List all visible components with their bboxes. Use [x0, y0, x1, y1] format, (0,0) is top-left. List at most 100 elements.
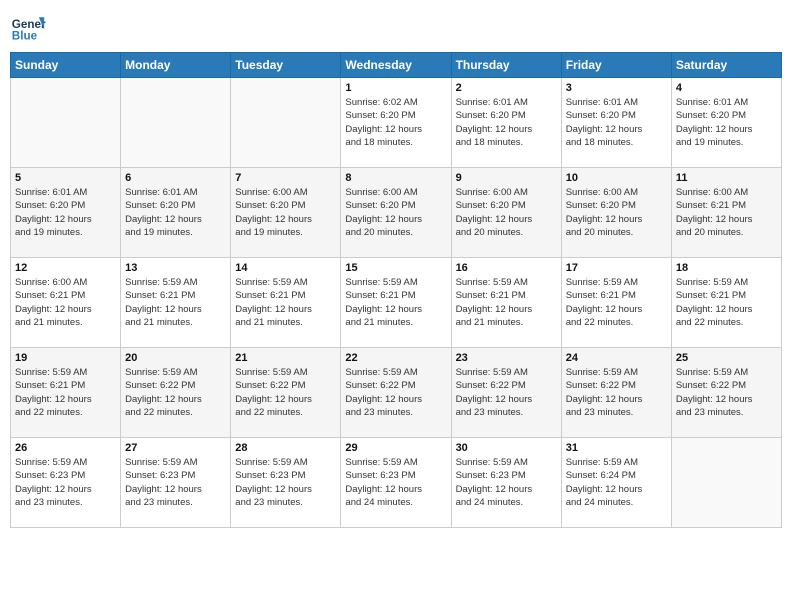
calendar-cell: 31 Sunrise: 5:59 AM Sunset: 6:24 PM Dayli… — [561, 438, 671, 528]
day-number: 26 — [15, 442, 116, 454]
calendar-table: SundayMondayTuesdayWednesdayThursdayFrid… — [10, 52, 782, 528]
day-info: Sunrise: 6:01 AM Sunset: 6:20 PM Dayligh… — [456, 96, 557, 149]
day-number: 19 — [15, 352, 116, 364]
day-info: Sunrise: 5:59 AM Sunset: 6:23 PM Dayligh… — [456, 456, 557, 509]
logo: General Blue — [10, 10, 46, 46]
day-number: 27 — [125, 442, 226, 454]
calendar-cell: 15 Sunrise: 5:59 AM Sunset: 6:21 PM Dayli… — [341, 258, 451, 348]
day-info: Sunrise: 5:59 AM Sunset: 6:21 PM Dayligh… — [15, 366, 116, 419]
day-info: Sunrise: 5:59 AM Sunset: 6:21 PM Dayligh… — [235, 276, 336, 329]
day-info: Sunrise: 5:59 AM Sunset: 6:23 PM Dayligh… — [125, 456, 226, 509]
calendar-cell: 30 Sunrise: 5:59 AM Sunset: 6:23 PM Dayli… — [451, 438, 561, 528]
weekday-header-thursday: Thursday — [451, 53, 561, 78]
day-number: 16 — [456, 262, 557, 274]
day-info: Sunrise: 5:59 AM Sunset: 6:22 PM Dayligh… — [566, 366, 667, 419]
day-info: Sunrise: 5:59 AM Sunset: 6:21 PM Dayligh… — [345, 276, 446, 329]
day-number: 25 — [676, 352, 777, 364]
calendar-cell: 17 Sunrise: 5:59 AM Sunset: 6:21 PM Dayli… — [561, 258, 671, 348]
calendar-cell: 18 Sunrise: 5:59 AM Sunset: 6:21 PM Dayli… — [671, 258, 781, 348]
calendar-cell: 12 Sunrise: 6:00 AM Sunset: 6:21 PM Dayli… — [11, 258, 121, 348]
calendar-cell: 20 Sunrise: 5:59 AM Sunset: 6:22 PM Dayli… — [121, 348, 231, 438]
day-number: 9 — [456, 172, 557, 184]
day-info: Sunrise: 5:59 AM Sunset: 6:22 PM Dayligh… — [235, 366, 336, 419]
day-info: Sunrise: 6:00 AM Sunset: 6:20 PM Dayligh… — [345, 186, 446, 239]
calendar-cell: 13 Sunrise: 5:59 AM Sunset: 6:21 PM Dayli… — [121, 258, 231, 348]
day-number: 1 — [345, 82, 446, 94]
day-number: 22 — [345, 352, 446, 364]
calendar-cell: 7 Sunrise: 6:00 AM Sunset: 6:20 PM Daylig… — [231, 168, 341, 258]
day-number: 15 — [345, 262, 446, 274]
day-info: Sunrise: 5:59 AM Sunset: 6:24 PM Dayligh… — [566, 456, 667, 509]
calendar-cell: 21Sunrise: 5:59 AM Sunset: 6:22 PM Dayli… — [231, 348, 341, 438]
calendar-cell: 19 Sunrise: 5:59 AM Sunset: 6:21 PM Dayli… — [11, 348, 121, 438]
calendar-cell — [121, 78, 231, 168]
weekday-header-sunday: Sunday — [11, 53, 121, 78]
weekday-header-friday: Friday — [561, 53, 671, 78]
weekday-header-monday: Monday — [121, 53, 231, 78]
day-number: 18 — [676, 262, 777, 274]
calendar-cell: 2 Sunrise: 6:01 AM Sunset: 6:20 PM Daylig… — [451, 78, 561, 168]
page-header: General Blue — [10, 10, 782, 46]
day-number: 3 — [566, 82, 667, 94]
calendar-cell: 28 Sunrise: 5:59 AM Sunset: 6:23 PM Dayli… — [231, 438, 341, 528]
calendar-cell — [671, 438, 781, 528]
day-number: 6 — [125, 172, 226, 184]
calendar-cell — [231, 78, 341, 168]
day-info: Sunrise: 5:59 AM Sunset: 6:21 PM Dayligh… — [125, 276, 226, 329]
calendar-cell: 25 Sunrise: 5:59 AM Sunset: 6:22 PM Dayli… — [671, 348, 781, 438]
day-number: 10 — [566, 172, 667, 184]
calendar-cell: 3 Sunrise: 6:01 AM Sunset: 6:20 PM Daylig… — [561, 78, 671, 168]
calendar-cell: 29Sunrise: 5:59 AM Sunset: 6:23 PM Dayli… — [341, 438, 451, 528]
day-number: 13 — [125, 262, 226, 274]
day-info: Sunrise: 6:01 AM Sunset: 6:20 PM Dayligh… — [125, 186, 226, 239]
day-number: 31 — [566, 442, 667, 454]
day-info: Sunrise: 5:59 AM Sunset: 6:23 PM Dayligh… — [15, 456, 116, 509]
day-number: 11 — [676, 172, 777, 184]
svg-text:Blue: Blue — [12, 30, 38, 43]
day-info: Sunrise: 5:59 AM Sunset: 6:21 PM Dayligh… — [566, 276, 667, 329]
day-number: 7 — [235, 172, 336, 184]
day-number: 30 — [456, 442, 557, 454]
day-number: 20 — [125, 352, 226, 364]
day-info: Sunrise: 5:59 AM Sunset: 6:23 PM Dayligh… — [235, 456, 336, 509]
day-info: Sunrise: 6:00 AM Sunset: 6:20 PM Dayligh… — [235, 186, 336, 239]
day-number: 2 — [456, 82, 557, 94]
day-info: Sunrise: 6:00 AM Sunset: 6:21 PM Dayligh… — [15, 276, 116, 329]
calendar-cell: 11Sunrise: 6:00 AM Sunset: 6:21 PM Dayli… — [671, 168, 781, 258]
day-info: Sunrise: 6:01 AM Sunset: 6:20 PM Dayligh… — [676, 96, 777, 149]
day-info: Sunrise: 5:59 AM Sunset: 6:22 PM Dayligh… — [345, 366, 446, 419]
day-number: 12 — [15, 262, 116, 274]
day-info: Sunrise: 6:02 AM Sunset: 6:20 PM Dayligh… — [345, 96, 446, 149]
day-info: Sunrise: 5:59 AM Sunset: 6:22 PM Dayligh… — [125, 366, 226, 419]
calendar-cell: 14 Sunrise: 5:59 AM Sunset: 6:21 PM Dayli… — [231, 258, 341, 348]
calendar-cell: 6 Sunrise: 6:01 AM Sunset: 6:20 PM Daylig… — [121, 168, 231, 258]
weekday-header-tuesday: Tuesday — [231, 53, 341, 78]
day-number: 17 — [566, 262, 667, 274]
day-info: Sunrise: 5:59 AM Sunset: 6:21 PM Dayligh… — [456, 276, 557, 329]
calendar-cell: 26 Sunrise: 5:59 AM Sunset: 6:23 PM Dayli… — [11, 438, 121, 528]
calendar-cell: 10 Sunrise: 6:00 AM Sunset: 6:20 PM Dayli… — [561, 168, 671, 258]
day-info: Sunrise: 6:01 AM Sunset: 6:20 PM Dayligh… — [566, 96, 667, 149]
day-number: 28 — [235, 442, 336, 454]
weekday-header-wednesday: Wednesday — [341, 53, 451, 78]
day-info: Sunrise: 5:59 AM Sunset: 6:21 PM Dayligh… — [676, 276, 777, 329]
calendar-cell: 4Sunrise: 6:01 AM Sunset: 6:20 PM Daylig… — [671, 78, 781, 168]
calendar-cell: 1 Sunrise: 6:02 AM Sunset: 6:20 PM Daylig… — [341, 78, 451, 168]
day-number: 5 — [15, 172, 116, 184]
day-info: Sunrise: 6:01 AM Sunset: 6:20 PM Dayligh… — [15, 186, 116, 239]
day-info: Sunrise: 5:59 AM Sunset: 6:23 PM Dayligh… — [345, 456, 446, 509]
day-info: Sunrise: 5:59 AM Sunset: 6:22 PM Dayligh… — [456, 366, 557, 419]
day-number: 24 — [566, 352, 667, 364]
calendar-cell: 9Sunrise: 6:00 AM Sunset: 6:20 PM Daylig… — [451, 168, 561, 258]
day-number: 8 — [345, 172, 446, 184]
day-info: Sunrise: 5:59 AM Sunset: 6:22 PM Dayligh… — [676, 366, 777, 419]
day-number: 23 — [456, 352, 557, 364]
day-number: 14 — [235, 262, 336, 274]
calendar-cell: 23 Sunrise: 5:59 AM Sunset: 6:22 PM Dayli… — [451, 348, 561, 438]
calendar-cell: 16 Sunrise: 5:59 AM Sunset: 6:21 PM Dayli… — [451, 258, 561, 348]
calendar-cell: 8 Sunrise: 6:00 AM Sunset: 6:20 PM Daylig… — [341, 168, 451, 258]
day-info: Sunrise: 6:00 AM Sunset: 6:20 PM Dayligh… — [566, 186, 667, 239]
calendar-cell: 5 Sunrise: 6:01 AM Sunset: 6:20 PM Daylig… — [11, 168, 121, 258]
calendar-cell — [11, 78, 121, 168]
calendar-cell: 22 Sunrise: 5:59 AM Sunset: 6:22 PM Dayli… — [341, 348, 451, 438]
